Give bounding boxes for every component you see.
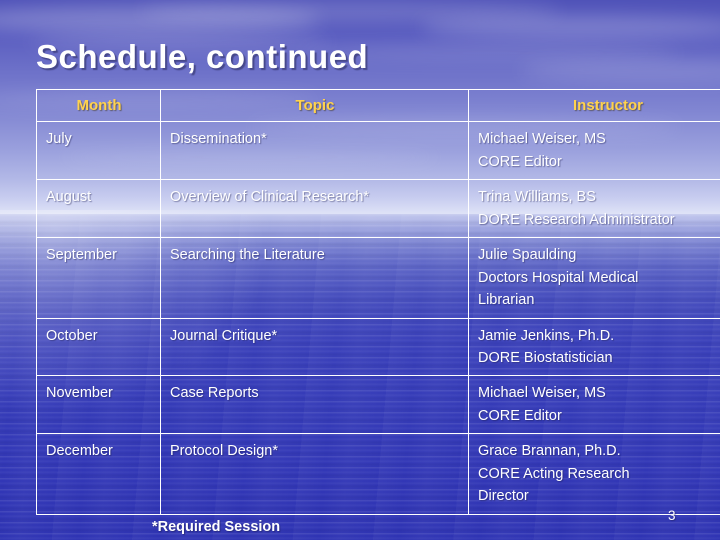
instructor-title: CORE Editor [478,153,562,170]
table-header-row: Month Topic Instructor [36,88,720,123]
instructor-title: CORE Editor [478,407,562,424]
table-row: November Case Reports Michael Weiser, MS… [36,375,720,435]
cloud-streak-icon [420,16,720,38]
table-row: September Searching the Literature Julie… [36,237,720,319]
cell-instructor: Michael Weiser, MS CORE Editor [468,375,720,435]
cell-month: September [36,237,161,319]
cell-month: July [36,121,161,181]
instructor-title: CORE Acting Research [478,465,630,482]
cell-topic: Case Reports [160,375,469,435]
cell-topic: Dissemination* [160,121,469,181]
table-body: July Dissemination* Michael Weiser, MS C… [36,121,720,515]
instructor-title: DORE Research Administrator [478,211,675,228]
table-row: October Journal Critique* Jamie Jenkins,… [36,317,720,377]
cell-month: October [36,317,161,377]
cell-topic: Journal Critique* [160,317,469,377]
instructor-name: Trina Williams, BS [478,189,596,206]
table-header-row-group: Month Topic Instructor [36,88,720,123]
instructor-name: Julie Spaulding [478,247,577,264]
cell-month: August [36,179,161,239]
cell-topic: Protocol Design* [160,433,469,515]
column-header-month: Month [36,88,161,123]
instructor-title: Doctors Hospital Medical [478,269,639,286]
table-row: December Protocol Design* Grace Brannan,… [36,433,720,515]
instructor-title: DORE Biostatistician [478,350,613,366]
instructor-title-continued: Director [478,488,529,505]
slide-page-number: 3 [668,508,676,523]
column-header-instructor: Instructor [468,88,720,123]
instructor-name: Jamie Jenkins, Ph.D. [478,327,615,344]
cell-instructor: Julie Spaulding Doctors Hospital Medical… [468,237,720,319]
cell-topic: Overview of Clinical Research* [160,179,469,239]
table-row: July Dissemination* Michael Weiser, MS C… [36,121,720,181]
cell-instructor: Grace Brannan, Ph.D. CORE Acting Researc… [468,433,720,515]
cell-instructor: Trina Williams, BS DORE Research Adminis… [468,179,720,239]
cell-topic: Searching the Literature [160,237,469,319]
required-session-footnote: *Required Session [152,519,281,535]
instructor-title-continued: Librarian [478,292,535,309]
cell-month: November [36,375,161,435]
instructor-name: Michael Weiser, MS [478,131,606,148]
schedule-table: Month Topic Instructor July Disseminatio… [36,88,720,515]
instructor-name: Grace Brannan, Ph.D. [478,443,621,460]
cell-month: December [36,433,161,515]
slide-title: Schedule, continued [36,38,369,75]
cell-instructor: Jamie Jenkins, Ph.D. DORE Biostatisticia… [468,317,720,377]
table-row: August Overview of Clinical Research* Tr… [36,179,720,239]
cell-instructor: Michael Weiser, MS CORE Editor [468,121,720,181]
instructor-name: Michael Weiser, MS [478,385,606,402]
presentation-slide: Schedule, continued Month Topic Instruct… [0,0,720,540]
column-header-topic: Topic [160,88,469,123]
